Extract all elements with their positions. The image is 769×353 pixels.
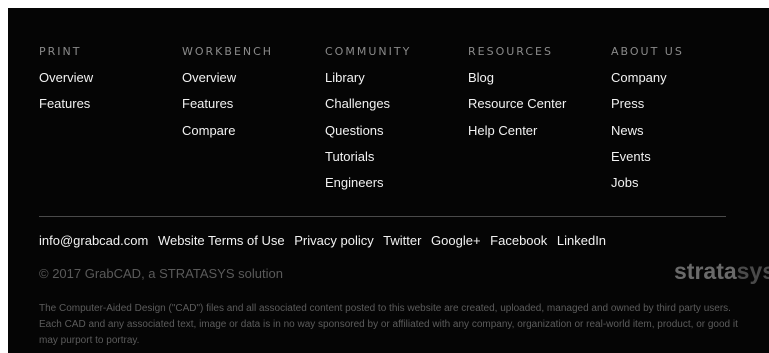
link-resources-blog[interactable]: Blog	[468, 70, 608, 86]
link-privacy-policy[interactable]: Privacy policy	[294, 233, 373, 248]
link-linkedin[interactable]: LinkedIn	[557, 233, 606, 248]
footer-column-print: PRINT Overview Features	[39, 45, 179, 123]
logo-text-part2: sys	[736, 258, 769, 284]
link-email[interactable]: info@grabcad.com	[39, 233, 148, 248]
link-about-news[interactable]: News	[611, 123, 751, 139]
link-twitter[interactable]: Twitter	[383, 233, 421, 248]
link-resources-help-center[interactable]: Help Center	[468, 123, 608, 139]
logo-text-part1: strata	[674, 258, 737, 284]
footer-column-resources: RESOURCES Blog Resource Center Help Cent…	[468, 45, 608, 149]
link-community-tutorials[interactable]: Tutorials	[325, 149, 465, 165]
column-heading-community: COMMUNITY	[325, 45, 412, 58]
link-resources-resource-center[interactable]: Resource Center	[468, 96, 608, 112]
column-heading-resources: RESOURCES	[468, 45, 553, 58]
link-google-plus[interactable]: Google+	[431, 233, 481, 248]
link-facebook[interactable]: Facebook	[490, 233, 547, 248]
footer-column-about-us: ABOUT US Company Press News Events Jobs	[611, 45, 751, 201]
link-workbench-compare[interactable]: Compare	[182, 123, 322, 139]
link-about-events[interactable]: Events	[611, 149, 751, 165]
column-heading-print: PRINT	[39, 45, 82, 58]
link-workbench-features[interactable]: Features	[182, 96, 322, 112]
footer-column-workbench: WORKBENCH Overview Features Compare	[182, 45, 322, 149]
link-print-overview[interactable]: Overview	[39, 70, 179, 86]
link-about-jobs[interactable]: Jobs	[611, 175, 751, 191]
link-about-company[interactable]: Company	[611, 70, 751, 86]
stratasys-logo[interactable]: stratasys	[674, 258, 769, 284]
link-about-press[interactable]: Press	[611, 96, 751, 112]
link-community-questions[interactable]: Questions	[325, 123, 465, 139]
link-community-challenges[interactable]: Challenges	[325, 96, 465, 112]
link-workbench-overview[interactable]: Overview	[182, 70, 322, 86]
column-heading-about-us: ABOUT US	[611, 45, 684, 58]
legal-disclaimer: The Computer-Aided Design ("CAD") files …	[39, 303, 738, 346]
link-print-features[interactable]: Features	[39, 96, 179, 112]
footer-divider	[39, 216, 726, 217]
link-terms-of-use[interactable]: Website Terms of Use	[158, 233, 285, 248]
copyright-text: © 2017 GrabCAD, a STRATASYS solution	[39, 266, 283, 281]
link-community-engineers[interactable]: Engineers	[325, 175, 465, 191]
footer-column-community: COMMUNITY Library Challenges Questions T…	[325, 45, 465, 201]
site-footer: PRINT Overview Features WORKBENCH Overvi…	[8, 8, 769, 353]
link-community-library[interactable]: Library	[325, 70, 465, 86]
column-heading-workbench: WORKBENCH	[182, 45, 274, 58]
footer-bottom-links: info@grabcad.com Website Terms of Use Pr…	[39, 233, 612, 249]
